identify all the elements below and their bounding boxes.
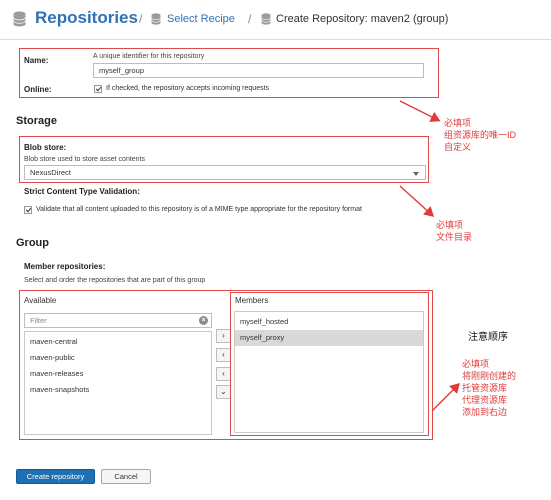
list-item[interactable]: maven-snapshots: [25, 382, 211, 398]
blob-store-value: NexusDirect: [30, 168, 71, 177]
arrow-to-members: [431, 383, 460, 412]
database-icon: [261, 13, 271, 25]
page-title: Repositories: [35, 8, 138, 27]
annotation-line: 文件目录: [436, 232, 473, 242]
order-note: 注意顺序: [468, 332, 508, 343]
member-repositories-hint: Select and order the repositories that a…: [24, 277, 206, 284]
create-repository-button[interactable]: Create repository: [16, 469, 95, 484]
annotation-line: 必填项: [462, 359, 490, 369]
list-item[interactable]: maven-public: [25, 350, 211, 366]
move-right-button[interactable]: ›: [216, 329, 231, 343]
annotation-line: 组资源库的唯一ID: [444, 130, 517, 140]
breadcrumb-select-recipe[interactable]: Select Recipe: [167, 13, 235, 25]
annotation-line: 代理资源库: [462, 395, 508, 405]
breadcrumb-current: Create Repository: maven2 (group): [276, 13, 449, 25]
strict-validation-checkbox[interactable]: [24, 206, 32, 214]
database-icon: [13, 11, 26, 27]
member-repositories-label: Member repositories:: [24, 262, 106, 271]
blob-store-select[interactable]: NexusDirect: [24, 165, 426, 180]
chevron-down-icon: [413, 172, 419, 176]
blob-store-hint: Blob store used to store asset contents: [24, 156, 146, 163]
online-label: Online:: [24, 85, 52, 94]
name-label: Name:: [24, 56, 49, 65]
annotation-line: 自定义: [444, 142, 472, 152]
arrow-to-name: [399, 100, 441, 122]
clear-icon[interactable]: ×: [199, 316, 208, 325]
annotation-line: 将刚刚创建的: [462, 371, 517, 381]
list-item[interactable]: maven-releases: [25, 366, 211, 382]
list-item[interactable]: maven-central: [25, 334, 211, 350]
online-checkbox[interactable]: [94, 85, 102, 93]
move-left-button[interactable]: ‹: [216, 348, 231, 362]
list-item-selected[interactable]: myself_proxy: [235, 330, 423, 346]
storage-heading: Storage: [16, 115, 57, 127]
list-item[interactable]: myself_hosted: [235, 314, 423, 330]
name-hint: A unique identifier for this repository: [93, 53, 205, 60]
available-list[interactable]: maven-central maven-public maven-release…: [24, 331, 212, 435]
filter-placeholder: Filter: [30, 316, 47, 325]
group-heading: Group: [16, 237, 49, 249]
move-down-button[interactable]: ⌄: [216, 385, 231, 399]
strict-validation-label: Strict Content Type Validation:: [24, 187, 140, 196]
annotation-name: 必填项 组资源库的唯一ID 自定义: [444, 117, 516, 153]
annotation-line: 托管资源库: [462, 383, 508, 393]
blob-store-label: Blob store:: [24, 143, 67, 152]
annotation-blob-store: 必填项 文件目录: [436, 219, 472, 243]
annotation-line: 必填项: [444, 118, 472, 128]
available-title: Available: [24, 296, 57, 305]
breadcrumb-separator: /: [139, 12, 143, 26]
breadcrumb-separator: /: [248, 12, 252, 26]
strict-validation-description: Validate that all content uploaded to th…: [36, 206, 362, 213]
members-title: Members: [235, 296, 269, 305]
page-header: Repositories / Select Recipe / Create Re…: [0, 0, 551, 40]
database-icon: [151, 13, 161, 25]
online-description: If checked, the repository accepts incom…: [106, 85, 270, 92]
annotation-members: 必填项 将刚刚创建的 托管资源库 代理资源库 添加到右边: [462, 358, 516, 418]
annotation-line: 添加到右边: [462, 407, 508, 417]
members-list[interactable]: myself_hosted myself_proxy: [234, 311, 424, 433]
name-input[interactable]: myself_group: [93, 63, 424, 78]
cancel-button[interactable]: Cancel: [101, 469, 151, 484]
annotation-line: 必填项: [436, 220, 464, 230]
move-up-button[interactable]: ‹: [216, 367, 231, 381]
filter-input[interactable]: Filter ×: [24, 313, 212, 328]
arrow-to-blob-store: [399, 185, 435, 217]
